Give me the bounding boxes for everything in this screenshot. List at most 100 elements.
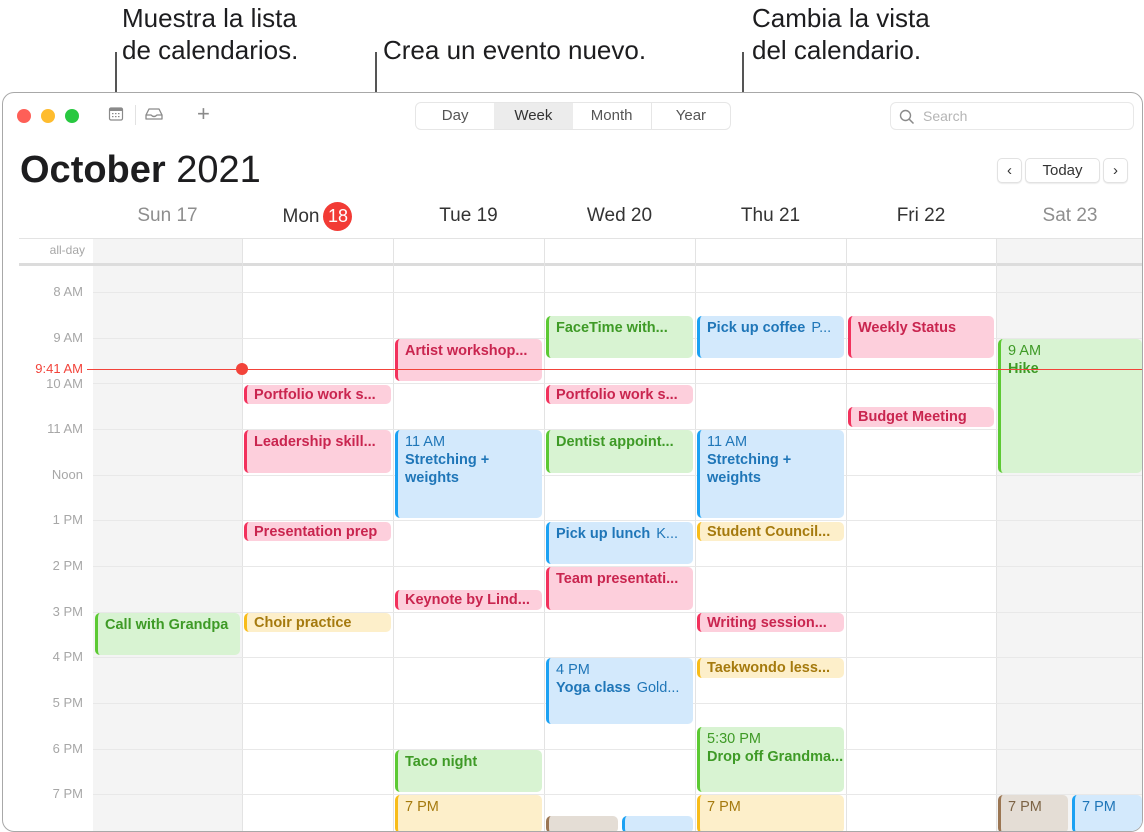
- day-divider: [846, 238, 847, 831]
- callout-line: del calendario.: [752, 35, 922, 65]
- hour-label: 7 PM: [52, 786, 83, 802]
- hour-label: 10 AM: [46, 376, 83, 392]
- hour-line: [93, 748, 1142, 750]
- hour-label: 3 PM: [52, 603, 83, 619]
- event-title: Stretching + weights: [405, 452, 490, 487]
- event-title: Dentist appoint...: [556, 434, 674, 451]
- hour-label: 9 AM: [53, 329, 83, 345]
- event-title: Presentation prep: [254, 523, 378, 540]
- calendar-event[interactable]: Writing session...: [697, 612, 844, 633]
- event-time: 11 AM: [707, 434, 748, 451]
- event-title: Keynote by Lind...: [405, 592, 530, 608]
- event-title: Writing session...: [707, 614, 827, 631]
- calendar-event[interactable]: Pick up lunch K...: [546, 521, 693, 564]
- event-title: Drop off Grandma...: [707, 748, 844, 765]
- calendar-event[interactable]: Call with Grandpa: [95, 612, 240, 656]
- calendar-event[interactable]: FaceTime with...: [546, 316, 693, 359]
- calendar-event[interactable]: Weekly Status: [848, 316, 994, 359]
- calendar-event[interactable]: Leadership skill...: [244, 430, 391, 473]
- calendar-event[interactable]: Budget Meeting: [848, 407, 994, 427]
- day-divider: [695, 238, 696, 831]
- calendar-event[interactable]: 11 AM Stretching + weights: [697, 430, 844, 519]
- calendar-window: + Day Week Month Year Search October 202…: [2, 92, 1143, 832]
- day-divider: [996, 238, 997, 831]
- event-title: Budget Meeting: [858, 409, 967, 426]
- calendar-event[interactable]: 5:30 PM Drop off Grandma...: [697, 726, 844, 793]
- event-title: Stretching + weights: [707, 452, 792, 487]
- hour-line: [93, 794, 1142, 796]
- calendar-event[interactable]: 7 PM: [697, 795, 844, 831]
- calendar-event[interactable]: 7 PM: [1072, 795, 1142, 831]
- event-title: Weekly Status: [858, 320, 957, 337]
- event-title: Pick up coffee: [707, 320, 806, 337]
- calendar-event[interactable]: Student Council...: [697, 521, 844, 542]
- event-time: 11 AM: [405, 434, 446, 451]
- current-time-dot: [236, 362, 248, 375]
- current-time-label: 9:41 AM: [35, 360, 83, 376]
- hour-label: 8 AM: [53, 284, 83, 299]
- hour-line: [93, 292, 1142, 293]
- event-title: Yoga class: [556, 680, 631, 697]
- calendar-event[interactable]: 4 PM Yoga class Gold...: [546, 658, 693, 724]
- all-day-label: all-day: [49, 243, 85, 257]
- calendar-event[interactable]: Taekwondo less...: [697, 658, 844, 678]
- calendar-event[interactable]: Dentist appoint...: [546, 430, 693, 473]
- event-time: 5:30 PM: [707, 730, 761, 747]
- event-location: K...: [656, 525, 679, 542]
- calendar-event[interactable]: Taco night: [395, 749, 542, 793]
- calendar-event[interactable]: [621, 815, 693, 831]
- day-divider: [393, 238, 394, 831]
- calendar-event[interactable]: [546, 815, 618, 831]
- event-time: 9 AM: [1008, 342, 1042, 359]
- event-title: Team presentati...: [556, 571, 679, 588]
- calendar-event[interactable]: Keynote by Lind...: [395, 590, 542, 610]
- calendar-event[interactable]: 9 AM Hike: [998, 338, 1142, 473]
- calendar-event[interactable]: Portfolio work s...: [546, 384, 693, 405]
- event-location: Gold...: [636, 680, 680, 697]
- event-title: Student Council...: [707, 523, 831, 540]
- weekend-column: [996, 238, 1142, 831]
- hour-label: 4 PM: [52, 649, 83, 665]
- calendar-event[interactable]: Portfolio work s...: [244, 384, 391, 405]
- event-time: 7 PM: [707, 799, 741, 816]
- event-time: 7 PM: [1082, 799, 1116, 816]
- calendar-event[interactable]: Presentation prep: [244, 521, 391, 542]
- event-title: FaceTime with...: [556, 320, 668, 337]
- calendar-event[interactable]: Pick up coffee P...: [697, 316, 844, 359]
- hour-label: 2 PM: [52, 557, 83, 573]
- callout-line: de calendarios.: [122, 35, 299, 65]
- event-time: 4 PM: [556, 662, 590, 679]
- event-time: 7 PM: [405, 799, 439, 816]
- week-grid: all-day 8 AM 9 AM 10 AM 11 AM Noon 1 PM 2 PM 3 P…: [3, 93, 1142, 831]
- event-title: Choir practice: [254, 614, 352, 631]
- calendar-event[interactable]: Team presentati...: [546, 567, 693, 610]
- hour-line: [93, 474, 1142, 476]
- calendar-event[interactable]: 7 PM: [395, 795, 542, 831]
- weekend-column: [93, 238, 242, 831]
- callout-line: Muestra la lista: [122, 3, 297, 33]
- callout-change-view: Cambia la vista del calendario.: [752, 2, 930, 66]
- event-location: P...: [811, 320, 832, 337]
- calendar-event[interactable]: Artist workshop...: [395, 338, 542, 382]
- hour-label: 5 PM: [52, 694, 83, 710]
- day-divider: [544, 238, 545, 831]
- event-title: Leadership skill...: [254, 434, 376, 451]
- event-title: Taekwondo less...: [707, 660, 831, 677]
- all-day-separator: [19, 263, 1142, 266]
- event-title: Pick up lunch: [556, 525, 651, 542]
- event-title: Portfolio work s...: [556, 386, 678, 403]
- event-title: Portfolio work s...: [254, 386, 376, 403]
- hour-label: Noon: [51, 466, 83, 482]
- callout-calendar-list: Muestra la lista de calendarios.: [122, 2, 298, 66]
- event-time: 7 PM: [1008, 799, 1042, 816]
- event-title: Artist workshop...: [405, 342, 528, 359]
- hour-label: 11 AM: [47, 420, 83, 436]
- hour-label: 1 PM: [52, 512, 83, 528]
- callout-new-event: Crea un evento nuevo.: [383, 35, 647, 65]
- calendar-event[interactable]: 7 PM: [998, 795, 1068, 831]
- grid-top-line: [19, 238, 1142, 239]
- day-divider: [242, 238, 243, 831]
- calendar-event[interactable]: Choir practice: [244, 612, 391, 633]
- calendar-event[interactable]: 11 AM Stretching + weights: [395, 430, 542, 519]
- hour-label: 6 PM: [52, 740, 83, 756]
